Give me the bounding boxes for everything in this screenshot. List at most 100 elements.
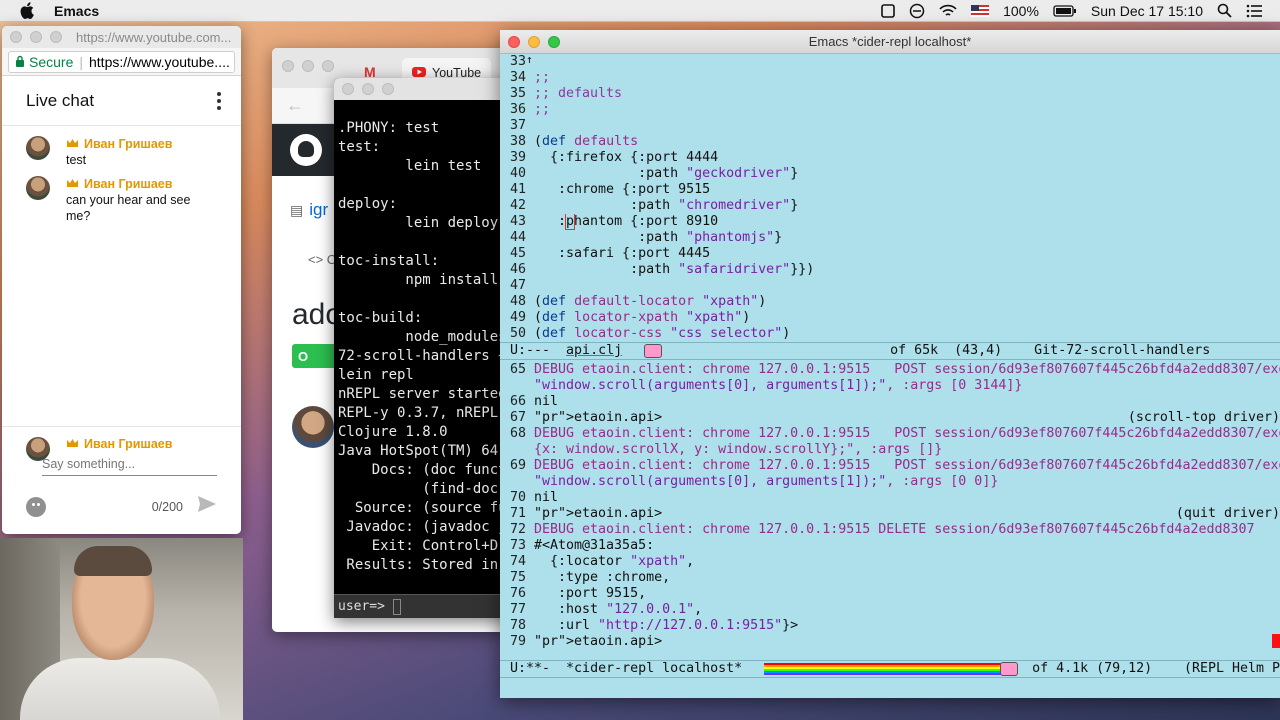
window-controls [508,35,560,48]
repl-line[interactable]: 76 :port 9515, [500,586,1280,602]
github-logo-icon[interactable] [290,134,322,166]
code-line[interactable]: 38 (def defaults [500,134,1280,150]
minimize-button[interactable] [528,35,540,48]
code-line[interactable]: 45 :safari {:port 4445 [500,246,1280,262]
code-line[interactable]: 35;; defaults [500,86,1280,102]
repl-line[interactable]: 74 {:locator "xpath", [500,554,1280,570]
notification-center-icon[interactable] [1246,4,1262,18]
terminal-line: Docs: (doc funct [338,462,507,478]
terminal-prompt[interactable]: user=> [334,594,514,618]
repl-line[interactable]: "window.scroll(arguments[0], arguments[1… [500,474,1280,490]
code-line[interactable]: 34;; [500,70,1280,86]
terminal-line: REPL-y 0.3.7, nREPL 0 [338,405,514,421]
zoom-button[interactable] [50,31,62,43]
code-line[interactable]: 49 (def locator-xpath "xpath") [500,310,1280,326]
us-flag-icon[interactable] [971,4,990,17]
code-line[interactable]: 44 :path "phantomjs"} [500,230,1280,246]
minimize-button[interactable] [30,31,42,43]
code-buffer-api-clj[interactable]: 33 ↑ 34;; 35;; defaults 36;; 37 38 (def default… [500,54,1280,342]
clock[interactable]: Sun Dec 17 15:10 [1091,3,1203,19]
minibuffer[interactable] [500,680,1280,698]
crown-icon [66,437,79,451]
emoji-icon[interactable] [26,496,46,517]
repl-line[interactable]: 79 "pr">etaoin.api> [500,634,1280,650]
repo-link[interactable]: ▤ igr [290,200,328,220]
code-line[interactable]: 37 [500,118,1280,134]
send-icon[interactable] [197,495,217,518]
repl-line[interactable]: 72 DEBUG etaoin.client: chrome 127.0.0.1:… [500,522,1280,538]
spotlight-search-icon[interactable] [1217,3,1232,18]
app-name-menu[interactable]: Emacs [54,3,99,19]
code-line[interactable]: 33 ↑ [500,54,1280,70]
chat-message-input[interactable]: Say something... [42,455,217,476]
terminal-line: 72-scroll-handlers ~ [338,348,507,364]
code-tab[interactable]: <> C [308,252,336,267]
avatar[interactable] [292,406,334,448]
buffer-name[interactable]: api.clj [566,342,622,360]
close-button[interactable] [10,31,22,43]
repl-line[interactable]: 65 DEBUG etaoin.client: chrome 127.0.0.1:… [500,362,1280,378]
chat-message[interactable]: Иван Гришаев can your hear and see me? [2,172,241,228]
code-line[interactable]: 47 [500,278,1280,294]
secure-indicator[interactable]: Secure [15,54,73,70]
minimize-button[interactable] [362,83,374,95]
buffer-name[interactable]: *cider-repl localhost* [566,660,742,678]
repl-line[interactable]: 67 "pr">etaoin.api> (scroll-top driver) [500,410,1280,426]
crown-icon [66,176,79,192]
repl-line[interactable]: 78 :url "http://127.0.0.1:9515"}> [500,618,1280,634]
zoom-button[interactable] [382,83,394,95]
modeline-bottom: U:**- *cider-repl localhost* of 4.1k (79… [500,660,1280,678]
minimize-button[interactable] [302,60,314,72]
code-line[interactable]: 50 (def locator-css "css selector") [500,326,1280,342]
code-line[interactable]: 48 (def default-locator "xpath") [500,294,1280,310]
close-button[interactable] [342,83,354,95]
chat-message[interactable]: Иван Гришаев test [2,132,241,172]
code-line[interactable]: 43 :phantom {:port 8910 [500,214,1280,230]
repl-line[interactable]: "window.scroll(arguments[0], arguments[1… [500,378,1280,394]
repl-buffer[interactable]: 65 DEBUG etaoin.client: chrome 127.0.0.1:… [500,360,1280,662]
close-button[interactable] [282,60,294,72]
terminal-output[interactable]: .PHONY: test test: lein test deploy: lein … [334,100,514,575]
zoom-button[interactable] [322,60,334,72]
terminal-line: (find-doc [338,481,499,497]
nyan-cat-icon [644,344,663,358]
nyan-cat-icon [1000,662,1019,676]
window-controls [282,60,334,72]
do-not-disturb-icon[interactable] [909,3,925,19]
url-divider: | [79,53,83,70]
prompt-label: user=> [338,599,385,614]
terminal-line: Javadoc: (javadoc j [338,519,507,535]
repl-line[interactable]: 70 nil [500,490,1280,506]
repl-line[interactable]: {x: window.scrollX, y: window.scrollY};"… [500,442,1280,458]
nyan-progress-bar [764,663,1003,675]
terminal-line: .PHONY: test [338,120,440,136]
wifi-icon[interactable] [939,4,957,18]
terminal-line: npm install - [338,272,514,288]
battery-icon[interactable] [1053,4,1077,17]
repl-line[interactable]: 71 "pr">etaoin.api> (quit driver) [500,506,1280,522]
code-line[interactable]: 46 :path "safaridriver"}}) [500,262,1280,278]
url-field[interactable]: Secure | https://www.youtube.... [8,50,235,73]
back-arrow-icon[interactable]: ← [286,95,304,116]
zoom-button[interactable] [548,35,560,48]
window-controls [10,31,62,43]
repl-line[interactable]: 77 :host "127.0.0.1", [500,602,1280,618]
close-button[interactable] [508,35,520,48]
avatar [26,176,50,200]
code-line[interactable]: 36;; [500,102,1280,118]
stop-square-icon[interactable] [881,3,895,18]
code-line[interactable]: 39 {:firefox {:port 4444 [500,150,1280,166]
repl-line[interactable]: 75 :type :chrome, [500,570,1280,586]
code-line[interactable]: 40 :path "geckodriver"} [500,166,1280,182]
repl-line[interactable]: 69 DEBUG etaoin.client: chrome 127.0.0.1:… [500,458,1280,474]
repl-line[interactable]: 66 nil [500,394,1280,410]
repl-line[interactable]: 68 DEBUG etaoin.client: chrome 127.0.0.1:… [500,426,1280,442]
code-line[interactable]: 42 :path "chromedriver"} [500,198,1280,214]
more-options-icon[interactable] [213,91,225,110]
code-line[interactable]: 41 :chrome {:port 9515 [500,182,1280,198]
repl-line[interactable]: 73 #<Atom@31a35a5: [500,538,1280,554]
apple-menu-icon[interactable] [20,2,38,19]
